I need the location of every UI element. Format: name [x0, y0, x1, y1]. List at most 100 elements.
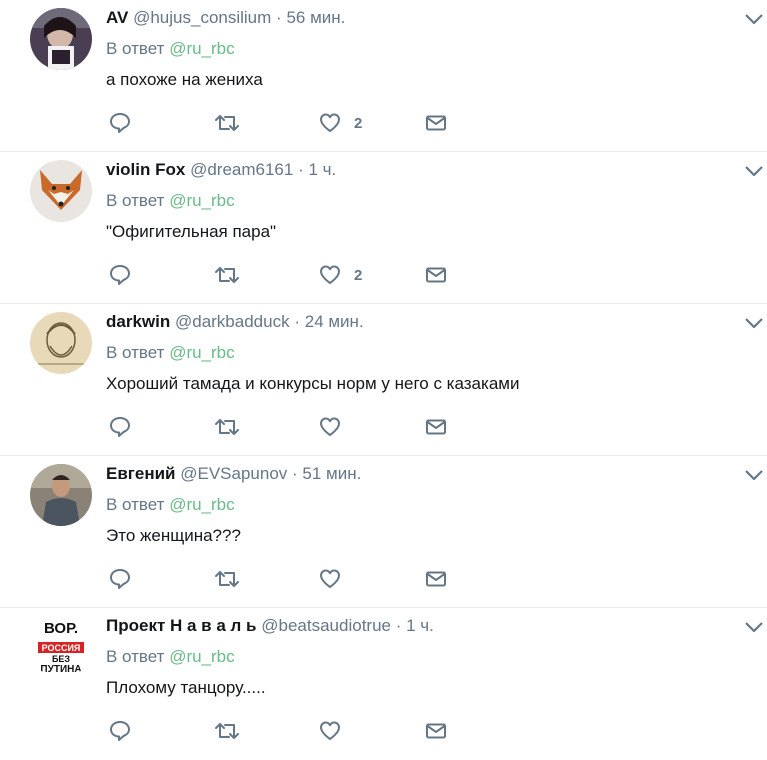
- reply-prefix: В ответ: [106, 191, 165, 210]
- avatar[interactable]: [30, 8, 92, 70]
- reply-button[interactable]: [108, 718, 132, 744]
- retweet-button[interactable]: [214, 262, 240, 288]
- tweet-header: violin Fox @dream6161 · 1 ч.: [106, 159, 336, 181]
- tweet[interactable]: AV @hujus_consilium · 56 мин. В ответ @r…: [0, 0, 767, 152]
- user-handle[interactable]: @darkbadduck: [175, 312, 290, 331]
- separator-dot: ·: [294, 312, 300, 331]
- like-button[interactable]: [318, 414, 354, 440]
- heart-icon: [320, 721, 340, 740]
- envelope-icon: [426, 723, 446, 739]
- reply-context: В ответ @ru_rbc: [106, 190, 235, 212]
- envelope-icon: [426, 571, 446, 587]
- heart-icon: [320, 265, 340, 284]
- tweet-actions: [106, 718, 466, 744]
- direct-message-button[interactable]: [424, 414, 448, 440]
- avatar[interactable]: ВОР. РОССИЯ БЕЗ ПУТИНА: [30, 616, 92, 678]
- separator-dot: ·: [276, 8, 282, 27]
- retweet-icon: [215, 571, 239, 587]
- avatar[interactable]: [30, 464, 92, 526]
- retweet-button[interactable]: [214, 718, 240, 744]
- like-button[interactable]: 2: [318, 262, 362, 288]
- reply-feed: AV @hujus_consilium · 56 мин. В ответ @r…: [0, 0, 767, 760]
- tweet-header: darkwin @darkbadduck · 24 мин.: [106, 311, 364, 333]
- tweet-text: Это женщина???: [106, 526, 241, 545]
- timestamp[interactable]: 24 мин.: [305, 312, 364, 331]
- tweet[interactable]: darkwin @darkbadduck · 24 мин. В ответ @…: [0, 304, 767, 456]
- reply-mention-link[interactable]: @ru_rbc: [169, 343, 234, 362]
- separator-dot: ·: [292, 464, 298, 483]
- retweet-icon: [215, 419, 239, 435]
- direct-message-button[interactable]: [424, 262, 448, 288]
- reply-context: В ответ @ru_rbc: [106, 494, 235, 516]
- heart-icon: [320, 417, 340, 436]
- chevron-down-icon[interactable]: [744, 12, 764, 26]
- like-count: 2: [354, 114, 363, 132]
- like-button[interactable]: [318, 718, 354, 744]
- retweet-icon: [215, 723, 239, 739]
- tweet-text: Плохому танцору.....: [106, 678, 266, 697]
- retweet-button[interactable]: [214, 566, 240, 592]
- display-name[interactable]: violin Fox: [106, 160, 185, 179]
- envelope-icon: [426, 267, 446, 283]
- user-handle[interactable]: @hujus_consilium: [133, 8, 271, 27]
- direct-message-button[interactable]: [424, 110, 448, 136]
- heart-icon: [320, 569, 340, 588]
- reply-prefix: В ответ: [106, 343, 165, 362]
- reply-icon: [110, 417, 130, 437]
- tweet-header: Проект Н а в а л ь @beatsaudiotrue · 1 ч…: [106, 615, 434, 637]
- tweet-actions: 2: [106, 110, 466, 136]
- reply-icon: [110, 265, 130, 285]
- reply-button[interactable]: [108, 414, 132, 440]
- timestamp[interactable]: 1 ч.: [406, 616, 434, 635]
- avatar[interactable]: [30, 312, 92, 374]
- reply-mention-link[interactable]: @ru_rbc: [169, 39, 234, 58]
- reply-icon: [110, 721, 130, 741]
- avatar-logo-text-1: ВОР.: [44, 620, 78, 637]
- display-name[interactable]: darkwin: [106, 312, 170, 331]
- user-handle[interactable]: @dream6161: [190, 160, 293, 179]
- chevron-down-icon[interactable]: [744, 164, 764, 178]
- display-name[interactable]: AV: [106, 8, 128, 27]
- display-name[interactable]: Евгений: [106, 464, 176, 483]
- direct-message-button[interactable]: [424, 566, 448, 592]
- avatar-logo-text-3: БЕЗ: [52, 654, 70, 664]
- tweet[interactable]: violin Fox @dream6161 · 1 ч. В ответ @ru…: [0, 152, 767, 304]
- direct-message-button[interactable]: [424, 718, 448, 744]
- tweet-actions: 2: [106, 262, 466, 288]
- tweet[interactable]: Евгений @EVSapunov · 51 мин. В ответ @ru…: [0, 456, 767, 608]
- reply-prefix: В ответ: [106, 647, 165, 666]
- chevron-down-icon[interactable]: [744, 620, 764, 634]
- display-name[interactable]: Проект Н а в а л ь: [106, 616, 257, 635]
- reply-prefix: В ответ: [106, 495, 165, 514]
- envelope-icon: [426, 419, 446, 435]
- reply-mention-link[interactable]: @ru_rbc: [169, 191, 234, 210]
- tweet-header: AV @hujus_consilium · 56 мин.: [106, 7, 345, 29]
- timestamp[interactable]: 51 мин.: [302, 464, 361, 483]
- like-button[interactable]: 2: [318, 110, 362, 136]
- reply-mention-link[interactable]: @ru_rbc: [169, 495, 234, 514]
- retweet-icon: [215, 115, 239, 131]
- avatar[interactable]: [30, 160, 92, 222]
- chevron-down-icon[interactable]: [744, 316, 764, 330]
- chevron-down-icon[interactable]: [744, 468, 764, 482]
- reply-button[interactable]: [108, 566, 132, 592]
- user-handle[interactable]: @EVSapunov: [180, 464, 287, 483]
- like-count: 2: [354, 266, 363, 284]
- like-button[interactable]: [318, 566, 354, 592]
- tweet-header: Евгений @EVSapunov · 51 мин.: [106, 463, 361, 485]
- user-handle[interactable]: @beatsaudiotrue: [261, 616, 391, 635]
- reply-button[interactable]: [108, 110, 132, 136]
- tweet-text: а похоже на жениха: [106, 70, 263, 89]
- reply-prefix: В ответ: [106, 39, 165, 58]
- tweet[interactable]: ВОР. РОССИЯ БЕЗ ПУТИНА Проект Н а в а л …: [0, 608, 767, 760]
- timestamp[interactable]: 56 мин.: [286, 8, 345, 27]
- avatar-logo-text-2: РОССИЯ: [42, 643, 81, 653]
- retweet-button[interactable]: [214, 414, 240, 440]
- reply-mention-link[interactable]: @ru_rbc: [169, 647, 234, 666]
- reply-context: В ответ @ru_rbc: [106, 38, 235, 60]
- separator-dot: ·: [395, 616, 402, 635]
- tweet-text: "Офигительная пара": [106, 222, 277, 241]
- timestamp[interactable]: 1 ч.: [308, 160, 336, 179]
- retweet-button[interactable]: [214, 110, 240, 136]
- reply-button[interactable]: [108, 262, 132, 288]
